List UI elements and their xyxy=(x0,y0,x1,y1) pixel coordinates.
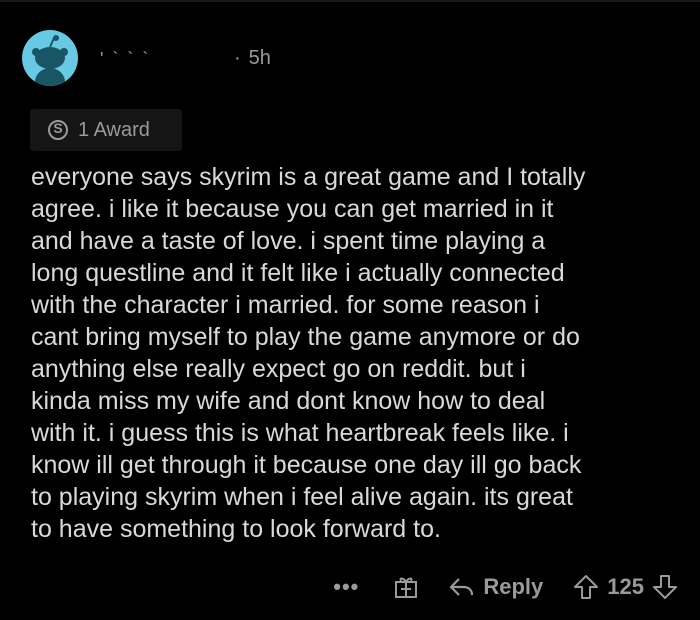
comment-line: with it. i guess this is what heartbreak… xyxy=(31,419,569,447)
top-divider xyxy=(0,0,700,2)
comment-line: agree. i like it because you can get mar… xyxy=(31,195,554,223)
downvote-button[interactable] xyxy=(652,574,678,600)
username[interactable]: ' ` ` ` xyxy=(100,49,240,69)
give-award-button[interactable] xyxy=(393,574,419,600)
reply-button[interactable]: Reply xyxy=(449,574,543,600)
separator-dot: · xyxy=(234,46,241,69)
award-badge[interactable]: S 1 Award xyxy=(30,109,182,151)
upvote-button[interactable] xyxy=(573,574,599,600)
snoo-avatar-icon xyxy=(32,35,68,86)
comment-header: ' ` ` ` · 5h xyxy=(22,30,271,86)
comment-line: to playing skyrim when i feel alive agai… xyxy=(31,483,573,511)
award-label: 1 Award xyxy=(78,118,150,141)
avatar[interactable] xyxy=(22,30,78,86)
comment-line: and have a taste of love. i spent time p… xyxy=(31,227,546,255)
gift-icon xyxy=(395,577,418,598)
reply-label: Reply xyxy=(483,574,544,599)
comment-line: with the character i married. for some r… xyxy=(31,291,540,319)
comment-line: everyone says skyrim is a great game and… xyxy=(31,163,586,191)
comment-body: everyone says skyrim is a great game and… xyxy=(31,161,681,545)
vote-score: 125 xyxy=(607,574,644,599)
comment-line: know ill get through it because one day … xyxy=(31,451,582,479)
downvote-arrow-icon xyxy=(653,575,677,599)
more-options-button[interactable]: ••• xyxy=(333,574,359,600)
silver-award-icon: S xyxy=(48,120,68,140)
comment-line: anything else really expect go on reddit… xyxy=(31,355,526,383)
award-glyph: S xyxy=(53,120,63,136)
comment-actions: ••• Reply 125 xyxy=(333,568,678,606)
upvote-arrow-icon xyxy=(574,575,599,599)
comment-line: to have something to look forward to. xyxy=(31,515,441,543)
comment-line: long questline and it felt like i actual… xyxy=(31,259,565,287)
comment-line: cant bring myself to play the game anymo… xyxy=(31,323,580,351)
reply-arrow-icon xyxy=(450,578,474,596)
comment-line: kinda miss my wife and dont know how to … xyxy=(31,387,546,415)
timestamp: 5h xyxy=(248,46,271,69)
